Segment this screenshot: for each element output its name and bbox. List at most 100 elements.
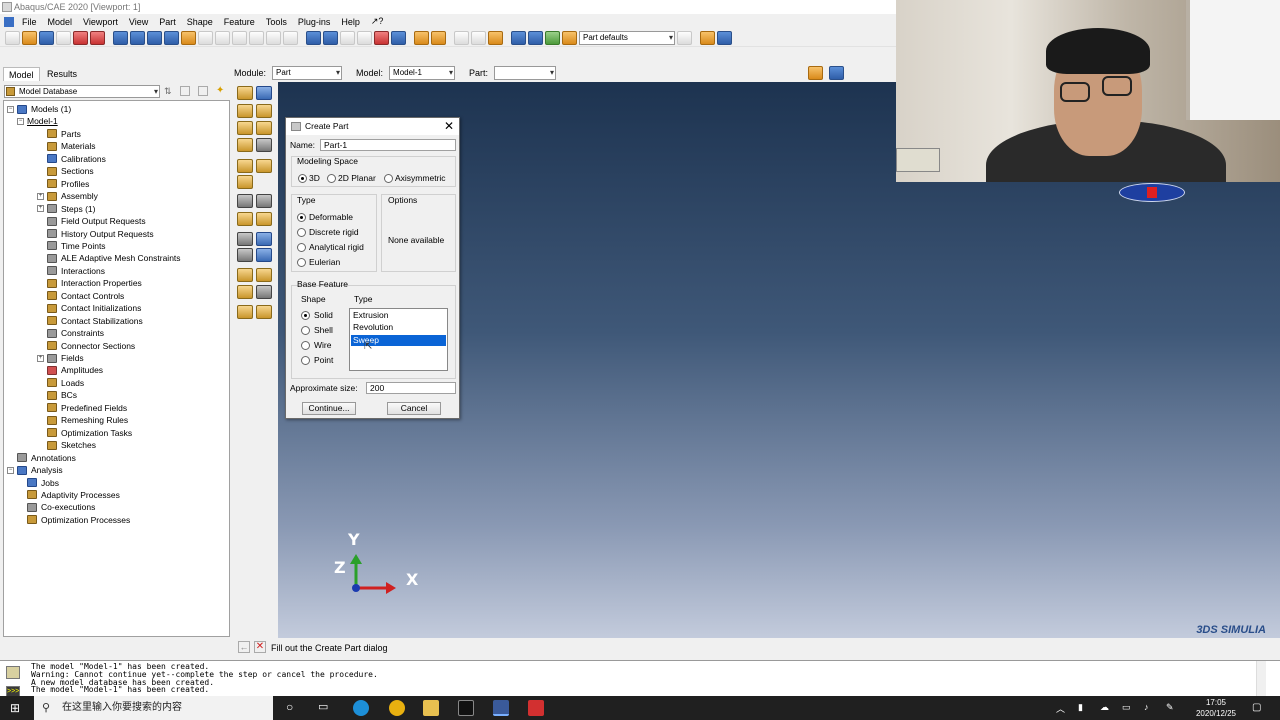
tab-model[interactable]: Model	[3, 67, 40, 81]
tree-item[interactable]: Optimization Tasks	[37, 427, 132, 439]
select-icon[interactable]	[249, 30, 264, 45]
part-manager-icon[interactable]	[256, 86, 272, 100]
datum-axis-icon[interactable]	[256, 194, 272, 208]
auto-fit-icon[interactable]	[374, 30, 389, 45]
text-annotation-icon[interactable]	[232, 30, 247, 45]
tree-item[interactable]: − Model-1	[17, 115, 58, 127]
datum-csys-icon[interactable]	[237, 232, 253, 246]
tree-item[interactable]: Adaptivity Processes	[17, 489, 120, 501]
repair-icon[interactable]	[237, 175, 253, 189]
tree-item[interactable]: Calibrations	[37, 153, 106, 165]
approx-size-input[interactable]: 200	[366, 382, 456, 394]
zoom-box-icon[interactable]	[198, 30, 213, 45]
regenerate-icon[interactable]	[237, 305, 253, 319]
cancel-button[interactable]: Cancel	[387, 402, 441, 415]
type-deformable-radio[interactable]	[297, 213, 306, 222]
tree-item[interactable]: Parts	[37, 128, 81, 140]
sketch-grid-icon[interactable]	[829, 65, 845, 80]
clock-date[interactable]: 2020/12/25	[1190, 709, 1242, 718]
color-code-select[interactable]: Part defaults	[579, 30, 675, 45]
tray-network-icon[interactable]: ▭	[1122, 702, 1131, 713]
feature-type-revolution[interactable]: Revolution	[351, 322, 446, 333]
magnify-icon[interactable]	[340, 30, 355, 45]
tray-usb-icon[interactable]: ▮	[1078, 702, 1083, 713]
color-manager-icon[interactable]	[717, 30, 732, 45]
partition-cell-icon[interactable]	[256, 159, 272, 173]
clock-time[interactable]: 17:05	[1194, 698, 1238, 707]
tree-item[interactable]: Connector Sections	[37, 340, 135, 352]
suppress-icon[interactable]	[256, 305, 272, 319]
menu-file[interactable]: File	[22, 17, 37, 27]
tree-item[interactable]: Field Output Requests	[37, 215, 146, 227]
front-view-icon[interactable]	[528, 30, 543, 45]
tree-item[interactable]: Amplitudes	[37, 364, 103, 376]
create-wire-icon[interactable]	[237, 121, 253, 135]
tree-expander-icon[interactable]: +	[37, 205, 44, 213]
open-file-icon[interactable]	[22, 30, 37, 45]
shape-solid-radio[interactable]	[301, 311, 310, 320]
query-geometry-icon[interactable]	[237, 248, 253, 262]
space-axisym-radio[interactable]	[384, 174, 393, 183]
tree-item[interactable]: Sections	[37, 165, 94, 177]
tree-item[interactable]: BCs	[37, 389, 77, 401]
message-area-icon[interactable]	[6, 666, 20, 679]
datum-point-icon[interactable]	[237, 194, 253, 208]
feature-type-extrusion[interactable]: Extrusion	[351, 310, 446, 321]
virtual-topology-icon[interactable]	[237, 212, 253, 226]
tree-item[interactable]: History Output Requests	[37, 228, 154, 240]
chrome-browser-icon[interactable]	[389, 700, 405, 716]
shape-point-radio[interactable]	[301, 356, 310, 365]
tree-filter-icon[interactable]	[180, 86, 190, 96]
tree-up-down-icon[interactable]: ⇅	[164, 86, 172, 97]
measure-icon[interactable]	[256, 248, 272, 262]
tree-expander-icon[interactable]: +	[37, 192, 44, 200]
tree-item[interactable]: Profiles	[37, 178, 89, 190]
context-help-icon[interactable]: ↗?	[371, 16, 384, 27]
system-menu-icon[interactable]	[4, 16, 14, 27]
tab-results[interactable]: Results	[42, 67, 82, 81]
menu-help[interactable]: Help	[341, 17, 360, 27]
menu-view[interactable]: View	[129, 17, 148, 27]
cancel-x-icon[interactable]: ✕	[254, 641, 266, 653]
table-icon[interactable]	[266, 30, 281, 45]
query-icon[interactable]	[181, 30, 196, 45]
menu-part[interactable]: Part	[159, 17, 176, 27]
edge-browser-icon[interactable]	[353, 700, 369, 716]
cortana-icon[interactable]: ○	[286, 700, 293, 714]
type-eulerian-radio[interactable]	[297, 258, 306, 267]
viewport-tile-icon[interactable]	[113, 30, 128, 45]
tree-item[interactable]: Co-executions	[17, 501, 95, 513]
tree-item[interactable]: Sketches	[37, 439, 96, 451]
toolbox-icon[interactable]	[808, 65, 824, 80]
pan-icon[interactable]	[306, 30, 321, 45]
task-view-icon[interactable]: ▭	[318, 700, 328, 713]
create-cut-icon[interactable]	[256, 121, 272, 135]
tree-help-icon[interactable]: ✦	[216, 85, 224, 96]
tray-pen-icon[interactable]: ✎	[1166, 702, 1174, 713]
tree-item[interactable]: Remeshing Rules	[37, 414, 128, 426]
create-shell-icon[interactable]	[256, 104, 272, 118]
viewport-cascade-icon[interactable]	[130, 30, 145, 45]
tree-item[interactable]: Optimization Processes	[17, 514, 130, 526]
edit-feature-icon[interactable]	[256, 212, 272, 226]
space-3d-radio[interactable]	[298, 174, 307, 183]
tree-item[interactable]: Time Points	[37, 240, 106, 252]
menu-feature[interactable]: Feature	[224, 17, 255, 27]
type-analytical-rigid-radio[interactable]	[297, 243, 306, 252]
tree-item[interactable]: Interactions	[37, 265, 105, 277]
tree-item[interactable]: Loads	[37, 377, 84, 389]
menu-shape[interactable]: Shape	[187, 17, 213, 27]
tree-item[interactable]: Materials	[37, 140, 95, 152]
menu-viewport[interactable]: Viewport	[83, 17, 118, 27]
windows-start-icon[interactable]: ⊞	[10, 701, 20, 715]
cancel-procedure-icon[interactable]	[90, 30, 105, 45]
tree-item[interactable]: − Analysis	[7, 464, 63, 476]
tree-item[interactable]: Contact Initializations	[37, 302, 141, 314]
print-icon[interactable]	[56, 30, 71, 45]
tray-volume-icon[interactable]: ♪	[1144, 702, 1149, 712]
save-icon[interactable]	[39, 30, 54, 45]
tree-expander-icon[interactable]: −	[7, 466, 14, 474]
hidden-line-icon[interactable]	[471, 30, 486, 45]
parallel-icon[interactable]	[431, 30, 446, 45]
terminal-icon[interactable]	[458, 700, 474, 716]
